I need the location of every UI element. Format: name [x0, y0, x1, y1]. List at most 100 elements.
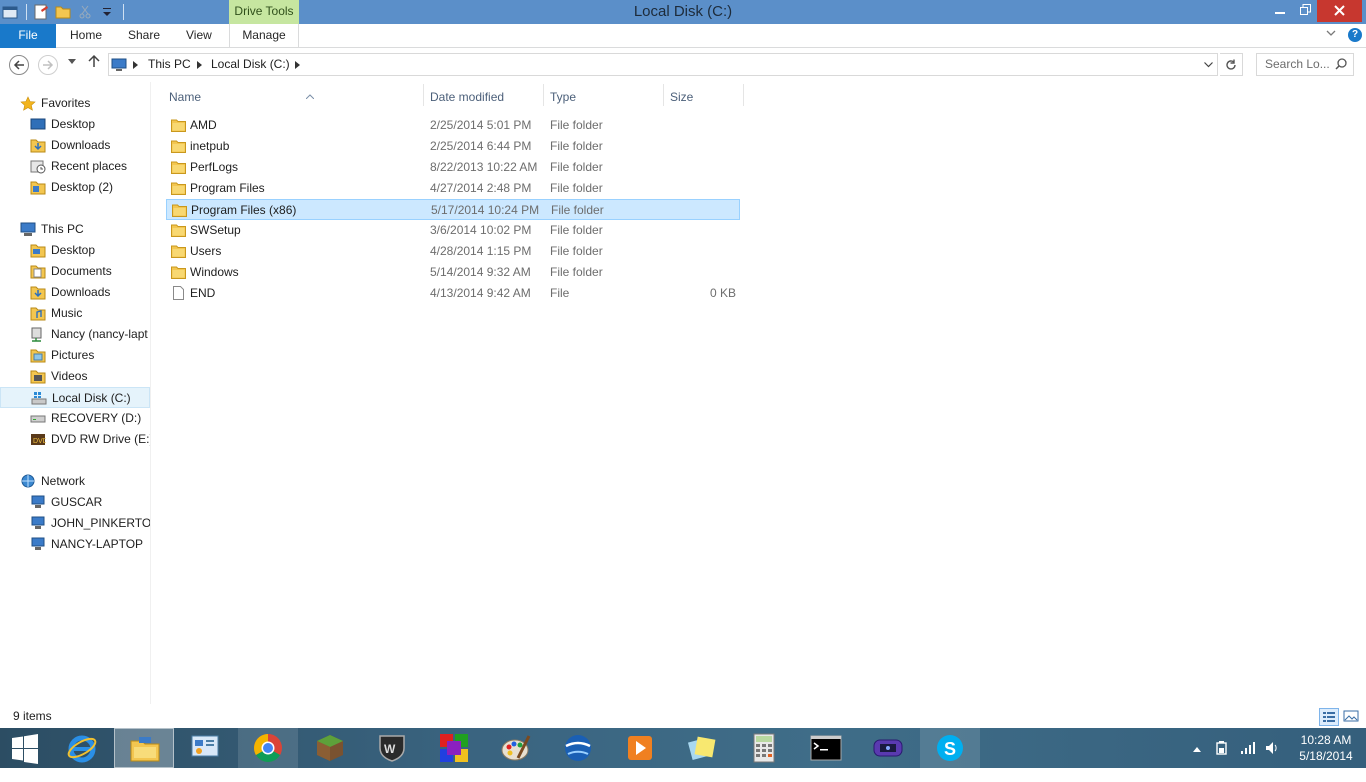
- column-divider[interactable]: [543, 84, 544, 106]
- nav-item-pc-downloads[interactable]: Downloads: [0, 282, 150, 303]
- taskbar-file-explorer[interactable]: [114, 728, 174, 768]
- taskbar-chrome[interactable]: [238, 728, 298, 768]
- nav-item-desktop[interactable]: Desktop: [0, 114, 150, 135]
- column-divider[interactable]: [663, 84, 664, 106]
- restore-button[interactable]: [1293, 0, 1317, 22]
- up-button[interactable]: [88, 54, 100, 72]
- internet-explorer-icon: [67, 735, 97, 763]
- nav-favorites[interactable]: Favorites: [0, 93, 150, 114]
- properties-icon[interactable]: [33, 4, 49, 20]
- forward-button[interactable]: [38, 55, 58, 75]
- taskbar-media-player[interactable]: [610, 728, 670, 768]
- tab-view[interactable]: View: [186, 24, 212, 48]
- column-divider[interactable]: [423, 84, 424, 106]
- breadcrumb-separator-icon[interactable]: [295, 54, 300, 77]
- taskbar-skype[interactable]: S: [920, 728, 980, 768]
- nav-item-nancy-laptop[interactable]: NANCY-LAPTOP: [0, 534, 150, 555]
- network-signal-icon[interactable]: [1240, 740, 1256, 780]
- address-dropdown-icon[interactable]: [1204, 54, 1213, 76]
- taskbar-sticky-notes[interactable]: [672, 728, 732, 768]
- new-folder-icon[interactable]: [55, 4, 71, 20]
- search-icon[interactable]: [1335, 58, 1347, 73]
- nav-item-documents[interactable]: Documents: [0, 261, 150, 282]
- file-list: Name Date modified Type Size AMD 2/25/201…: [152, 82, 1366, 704]
- column-divider[interactable]: [743, 84, 744, 106]
- taskbar-control-panel[interactable]: [176, 728, 236, 768]
- show-hidden-icons-icon[interactable]: [1192, 742, 1202, 782]
- file-row[interactable]: Program Files 4/27/2014 2:48 PM File folde…: [166, 178, 740, 199]
- column-header-type[interactable]: Type: [550, 85, 664, 109]
- control-panel-icon: [191, 735, 219, 757]
- battery-icon[interactable]: [1214, 740, 1230, 780]
- expand-ribbon-icon[interactable]: [1326, 28, 1336, 41]
- breadcrumb-separator-icon[interactable]: [133, 54, 138, 77]
- nav-this-pc[interactable]: This PC: [0, 219, 150, 240]
- tab-share[interactable]: Share: [128, 24, 160, 48]
- file-row[interactable]: Users 4/28/2014 1:15 PM File folder: [166, 241, 740, 262]
- nav-item-downloads[interactable]: Downloads: [0, 135, 150, 156]
- address-bar[interactable]: This PC Local Disk (C:): [108, 53, 1218, 76]
- file-row[interactable]: Program Files (x86) 5/17/2014 10:24 PM Fil…: [166, 199, 740, 220]
- nav-item-pictures[interactable]: Pictures: [0, 345, 150, 366]
- breadcrumb-separator-icon[interactable]: [197, 54, 202, 77]
- refresh-button[interactable]: [1220, 53, 1243, 76]
- volume-icon[interactable]: [1264, 740, 1280, 780]
- nav-item-music[interactable]: Music: [0, 303, 150, 324]
- file-date-modified: 5/14/2014 9:32 AM: [430, 265, 531, 279]
- taskbar-colorful-app[interactable]: [424, 728, 484, 768]
- file-row[interactable]: inetpub 2/25/2014 6:44 PM File folder: [166, 136, 740, 157]
- taskbar-game-controller[interactable]: [858, 728, 918, 768]
- taskbar-google-earth[interactable]: [548, 728, 608, 768]
- column-header-date-modified[interactable]: Date modified: [430, 85, 544, 109]
- breadcrumb-this-pc[interactable]: This PC: [148, 54, 191, 75]
- search-box[interactable]: Search Lo...: [1256, 53, 1354, 76]
- details-view-button[interactable]: [1319, 708, 1339, 726]
- nav-item-nancy-network-location[interactable]: Nancy (nancy-lapt: [0, 324, 150, 345]
- breadcrumb-local-disk[interactable]: Local Disk (C:): [211, 54, 290, 75]
- minimize-button[interactable]: [1267, 0, 1293, 22]
- taskbar-paint[interactable]: [486, 728, 546, 768]
- taskbar-world-of-tanks[interactable]: W: [362, 728, 422, 768]
- cut-icon[interactable]: [77, 4, 93, 20]
- nav-network[interactable]: Network: [0, 471, 150, 492]
- nav-item-local-disk-c[interactable]: Local Disk (C:): [0, 387, 150, 408]
- taskbar-minecraft[interactable]: [300, 728, 360, 768]
- nav-item-pc-desktop[interactable]: Desktop: [0, 240, 150, 261]
- column-header-size[interactable]: Size: [670, 85, 742, 109]
- close-button[interactable]: [1317, 0, 1362, 22]
- recent-locations-icon[interactable]: [68, 57, 76, 67]
- file-row[interactable]: AMD 2/25/2014 5:01 PM File folder: [166, 115, 740, 136]
- window-menu-icon[interactable]: [2, 4, 18, 20]
- file-size: 0 KB: [709, 286, 736, 300]
- help-icon[interactable]: ?: [1348, 28, 1362, 42]
- tab-manage[interactable]: Manage: [229, 24, 299, 48]
- file-row[interactable]: PerfLogs 8/22/2013 10:22 AM File folder: [166, 157, 740, 178]
- start-button[interactable]: [0, 728, 60, 768]
- taskbar-calculator[interactable]: [734, 728, 794, 768]
- taskbar-internet-explorer[interactable]: [52, 728, 112, 768]
- nav-item-recovery-d[interactable]: RECOVERY (D:): [0, 408, 150, 429]
- clock[interactable]: 10:28 AM 5/18/2014: [1290, 732, 1362, 764]
- customize-toolbar-icon[interactable]: [99, 4, 115, 20]
- file-row[interactable]: SWSetup 3/6/2014 10:02 PM File folder: [166, 220, 740, 241]
- minecraft-icon: [317, 735, 343, 761]
- column-header-name[interactable]: Name: [169, 85, 424, 109]
- nav-item-john-pinkerton[interactable]: JOHN_PINKERTON: [0, 513, 150, 534]
- ribbon: File Home Share View Manage ?: [0, 24, 1366, 48]
- nav-item-desktop-2[interactable]: Desktop (2): [0, 177, 150, 198]
- nav-item-dvd-drive-e[interactable]: DVD DVD RW Drive (E:): [0, 429, 150, 450]
- nav-item-guscar[interactable]: GUSCAR: [0, 492, 150, 513]
- file-row[interactable]: Windows 5/14/2014 9:32 AM File folder: [166, 262, 740, 283]
- navigation-bar: This PC Local Disk (C:) Search Lo...: [0, 49, 1366, 81]
- large-icons-view-button[interactable]: [1342, 708, 1362, 726]
- nav-item-videos[interactable]: Videos: [0, 366, 150, 387]
- file-name: END: [190, 286, 216, 300]
- file-row[interactable]: END 4/13/2014 9:42 AM File 0 KB: [166, 283, 740, 304]
- file-date-modified: 4/28/2014 1:15 PM: [430, 244, 532, 258]
- nav-item-recent-places[interactable]: Recent places: [0, 156, 150, 177]
- taskbar-command-prompt[interactable]: [796, 728, 856, 768]
- back-button[interactable]: [9, 55, 29, 75]
- pane-divider[interactable]: [150, 82, 151, 704]
- tab-home[interactable]: Home: [70, 24, 102, 48]
- file-tab[interactable]: File: [0, 24, 56, 48]
